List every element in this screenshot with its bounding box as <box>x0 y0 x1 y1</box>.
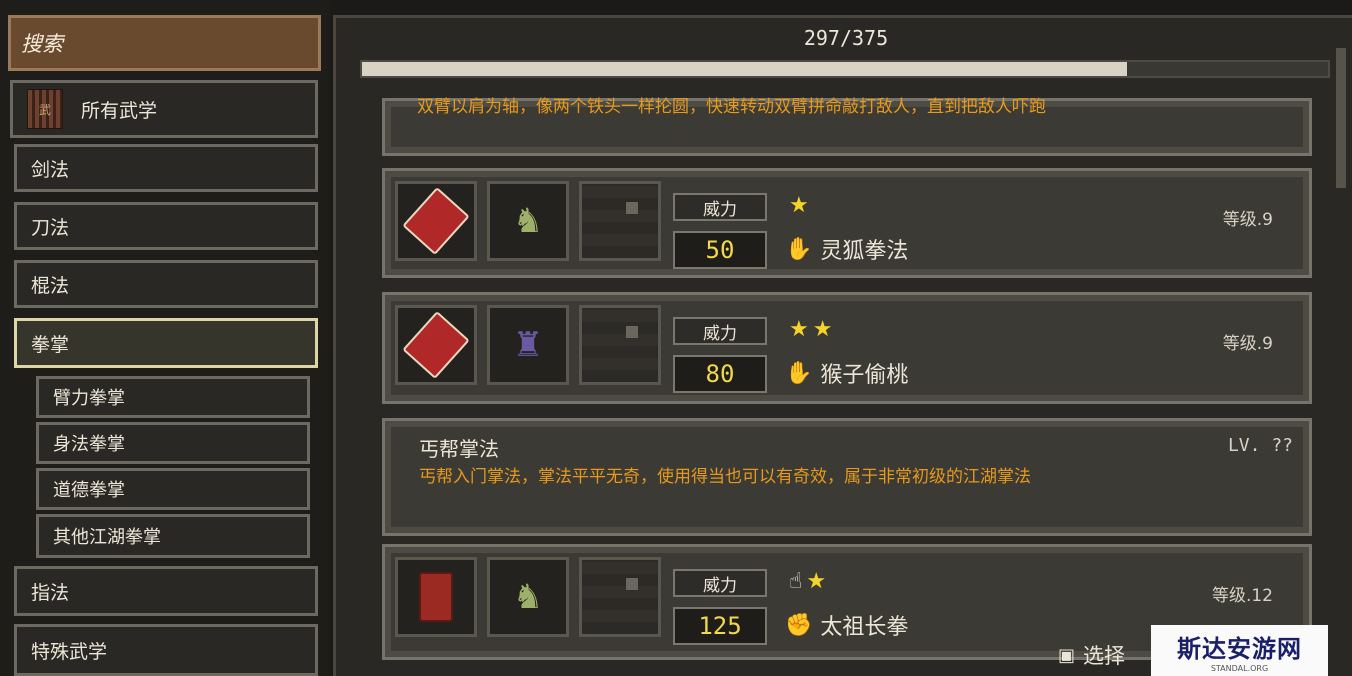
subcategory-label: 其他江湖拳掌 <box>53 527 161 548</box>
palm-icon: ✋ <box>785 360 813 386</box>
rarity-stars: ★★ <box>789 317 837 342</box>
open-book-icon <box>402 186 470 256</box>
category-label: 所有武学 <box>81 99 158 122</box>
category-label: 刀法 <box>31 216 70 239</box>
controller-buttons-icon: ▣ <box>1058 644 1076 666</box>
power-value: 125 <box>673 607 767 645</box>
collection-progress-bar <box>360 60 1330 78</box>
subcategory-agility-fist[interactable]: 身法拳掌 <box>36 422 310 464</box>
category-label: 指法 <box>31 581 70 604</box>
subcategory-moral-fist[interactable]: 道德拳掌 <box>36 468 310 510</box>
pointer-hand-icon: ☝ <box>789 569 807 594</box>
category-sword[interactable]: 剑法 <box>14 144 318 192</box>
martial-card[interactable]: ♞ 威力 50 ★ ✋ 灵狐拳法 等级.9 <box>382 168 1312 278</box>
manual-slot[interactable] <box>395 181 477 261</box>
manual-slot[interactable] <box>395 305 477 385</box>
character-slot[interactable]: ♞ <box>487 181 569 261</box>
character-slot[interactable]: ♜ <box>487 305 569 385</box>
rarity-stars: ★ <box>789 193 813 218</box>
empty-slot-marker <box>626 202 638 214</box>
open-book-icon <box>402 310 470 380</box>
martial-name-text: 猴子偷桃 <box>820 363 909 388</box>
fist-icon: ✊ <box>785 612 813 638</box>
category-special[interactable]: 特殊武学 <box>14 624 318 676</box>
power-value: 50 <box>673 231 767 269</box>
empty-slot-marker <box>626 326 638 338</box>
martial-list-panel: 297/375 双臂以肩为轴，像两个铁头一样抡圆，快速转动双臂拼命敲打敌人，直到… <box>333 15 1352 676</box>
martial-level: 等级.12 <box>1211 586 1273 606</box>
martial-name-text: 灵狐拳法 <box>820 239 909 264</box>
manual-slot[interactable] <box>395 557 477 637</box>
martial-name: ✊ 太祖长拳 <box>785 609 908 641</box>
select-label: 选择 <box>1083 644 1126 668</box>
martial-level: 等级.9 <box>1222 334 1273 354</box>
subcategory-other-fist[interactable]: 其他江湖拳掌 <box>36 514 310 558</box>
martial-name: ✋ 猴子偷桃 <box>785 357 908 389</box>
select-hint[interactable]: ▣ 选择 <box>1058 640 1125 670</box>
detail-title: 丐帮掌法 <box>419 437 499 461</box>
card-description: 双臂以肩为轴，像两个铁头一样抡圆，快速转动双臂拼命敲打敌人，直到把敌人吓跑 <box>417 97 1046 117</box>
empty-slot[interactable] <box>579 305 661 385</box>
list-scrollbar[interactable] <box>1336 48 1346 188</box>
martial-scroll-icon: 武 <box>27 89 63 129</box>
detail-level: LV. ?? <box>1227 435 1293 456</box>
site-watermark: 斯达安游网 STANDAL.ORG <box>1151 625 1328 676</box>
search-button[interactable]: 搜索 <box>8 15 321 71</box>
category-label: 特殊武学 <box>31 640 108 663</box>
category-finger[interactable]: 指法 <box>14 566 318 616</box>
closed-book-icon <box>419 572 453 622</box>
subcategory-label: 臂力拳掌 <box>53 388 125 409</box>
category-label: 剑法 <box>31 158 70 181</box>
empty-slot[interactable] <box>579 557 661 637</box>
power-label: 威力 <box>673 193 767 221</box>
empty-slot[interactable] <box>579 181 661 261</box>
category-label: 棍法 <box>31 274 70 297</box>
rarity-stars: ☝★ <box>789 569 830 594</box>
category-blade[interactable]: 刀法 <box>14 202 318 250</box>
martial-name-text: 太祖长拳 <box>820 615 909 640</box>
power-label: 威力 <box>673 317 767 345</box>
collection-counter: 297/375 <box>803 26 889 50</box>
monk-figure-icon: ♜ <box>512 325 544 365</box>
subcategory-label: 道德拳掌 <box>53 480 125 501</box>
category-fist-palm[interactable]: 拳掌 <box>14 318 318 368</box>
fighter-figure-icon: ♞ <box>512 577 544 617</box>
palm-icon: ✋ <box>785 236 813 262</box>
watermark-sub: STANDAL.ORG <box>1210 663 1269 673</box>
progress-fill <box>362 62 1128 76</box>
category-staff[interactable]: 棍法 <box>14 260 318 308</box>
character-slot[interactable]: ♞ <box>487 557 569 637</box>
power-value: 80 <box>673 355 767 393</box>
empty-slot-marker <box>626 578 638 590</box>
martial-card[interactable]: ♜ 威力 80 ★★ ✋ 猴子偷桃 等级.9 <box>382 292 1312 404</box>
martial-detail-card[interactable]: 丐帮掌法 LV. ?? 丐帮入门掌法，掌法平平无奇，使用得当也可以有奇效，属于非… <box>382 418 1312 536</box>
subcategory-label: 身法拳掌 <box>53 434 125 455</box>
martial-name: ✋ 灵狐拳法 <box>785 233 908 265</box>
category-sidebar: 搜索 武 所有武学 剑法 刀法 棍法 拳掌 臂力拳掌 身法拳掌 道德拳掌 其他江… <box>0 0 330 676</box>
martial-level: 等级.9 <box>1222 210 1273 230</box>
subcategory-strength-fist[interactable]: 臂力拳掌 <box>36 376 310 418</box>
detail-description: 丐帮入门掌法，掌法平平无奇，使用得当也可以有奇效，属于非常初级的江湖掌法 <box>419 467 1031 487</box>
martial-card-partial[interactable]: 双臂以肩为轴，像两个铁头一样抡圆，快速转动双臂拼命敲打敌人，直到把敌人吓跑 <box>382 97 1312 156</box>
watermark-title: 斯达安游网 <box>1177 633 1302 663</box>
category-all-martial[interactable]: 武 所有武学 <box>10 80 318 138</box>
rarity-stars-text: ★ <box>806 569 831 594</box>
fighter-figure-icon: ♞ <box>512 201 544 241</box>
category-label: 拳掌 <box>31 333 70 356</box>
power-label: 威力 <box>673 569 767 597</box>
